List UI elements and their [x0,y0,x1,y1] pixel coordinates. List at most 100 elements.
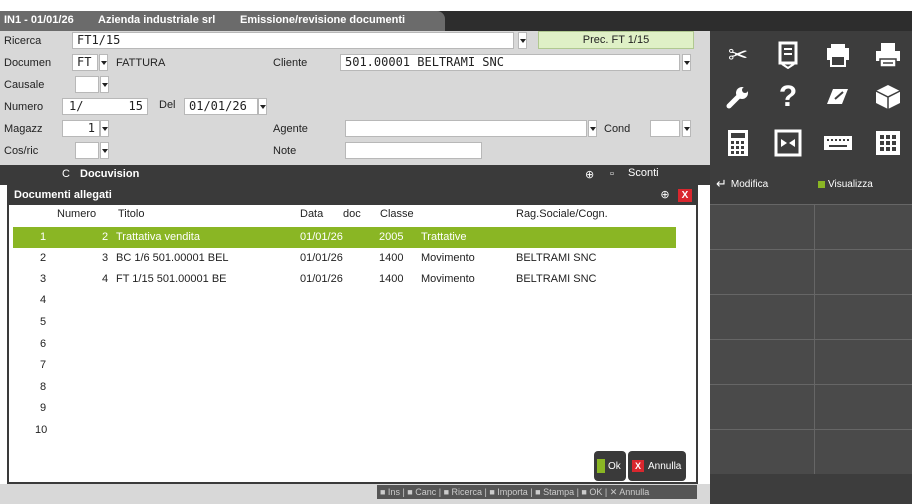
note-input[interactable] [345,142,482,159]
row-numero: 2 [102,231,109,243]
numero-input[interactable]: 1/ 15 [62,98,148,115]
table-row[interactable]: 10 [13,420,676,441]
cosric-dropdown[interactable] [100,142,109,159]
table-row-selected[interactable]: 1 2 Trattativa vendita 01/01/26 2005 Tra… [13,227,676,248]
del-date-dropdown[interactable] [258,98,267,115]
row-classe-desc: Movimento [421,252,475,264]
column-titolo[interactable]: Titolo [118,208,145,220]
ricerca-input[interactable]: FT1/15 [72,32,514,49]
ok-label: Ok [608,460,621,472]
row-data: 01/01/26 [300,252,343,264]
ok-button[interactable]: Ok [594,451,626,481]
table-row[interactable]: 8 [13,377,676,398]
magazz-label: Magazz [4,123,43,135]
row-titolo: Trattativa vendita [116,231,200,243]
help-icon[interactable]: ? [764,77,812,117]
ricerca-dropdown[interactable] [518,32,527,49]
row-classe: 1400 [379,252,404,264]
visualizza-indicator [818,180,825,188]
visualizza-button[interactable]: Visualizza [818,166,908,202]
row-index: 8 [40,381,47,393]
cube-icon[interactable] [864,77,912,117]
grid-icon[interactable] [864,123,912,163]
row-index: 1 [40,231,47,243]
row-numero: 4 [102,273,109,285]
prec-button[interactable]: Prec. FT 1/15 [538,31,694,49]
magazz-input[interactable]: 1 [62,120,100,137]
modifica-button[interactable]: ↵ Modifica [716,166,814,202]
keyboard-icon[interactable] [814,123,862,163]
docuvision-title: Docuvision [80,168,140,180]
note-label: Note [273,145,297,157]
causale-input[interactable] [75,76,99,93]
expand-icon[interactable] [764,123,812,163]
column-classe[interactable]: Classe [380,208,414,220]
table-row[interactable]: 2 3 BC 1/6 501.00001 BEL 01/01/26 1400 M… [13,248,676,269]
cond-input[interactable] [650,120,680,137]
cliente-dropdown[interactable] [682,54,691,71]
scissors-icon[interactable]: ✂ [714,35,762,75]
table-row[interactable]: 4 [13,290,676,311]
cosric-input[interactable] [75,142,99,159]
agente-label: Agente [273,123,308,135]
docuvision-expand-icon[interactable]: ⊕ [585,168,594,181]
edit-note-icon[interactable] [814,77,862,117]
toolbar-slot-row[interactable] [710,429,912,474]
table-row[interactable]: 5 [13,312,676,333]
table-row[interactable]: 3 4 FT 1/15 501.00001 BE 01/01/26 1400 M… [13,269,676,290]
causale-dropdown[interactable] [100,76,109,93]
row-rag: BELTRAMI SNC [516,273,597,285]
row-index: 4 [40,294,47,306]
causale-label: Causale [4,79,45,91]
function-keys-bar: ■ Ins | ■ Canc | ■ Ricerca | ■ Importa |… [377,485,697,499]
toolbar-slot-row[interactable] [710,204,912,249]
documen-description: FATTURA [116,57,166,69]
top-band [0,0,912,11]
toolbar-slot-row[interactable] [710,339,912,384]
sconti-label: Sconti [628,167,659,179]
agente-dropdown[interactable] [588,120,597,137]
agente-input[interactable] [345,120,587,137]
del-label: Del [159,99,176,111]
visualizza-label: Visualizza [828,178,873,190]
table-row[interactable]: 6 [13,334,676,355]
documen-code-input[interactable]: FT [72,54,98,71]
row-classe-desc: Trattative [421,231,467,243]
numero-part-1: 1/ [69,99,84,113]
row-data: 01/01/26 [300,231,343,243]
del-date-input[interactable]: 01/01/26 [184,98,258,115]
row-rag: BELTRAMI SNC [516,252,597,264]
annulla-icon: X [632,460,644,472]
column-numero[interactable]: Numero [57,208,96,220]
table-row[interactable]: 9 [13,398,676,419]
numero-label: Numero [4,101,44,113]
wrench-icon[interactable] [714,77,762,117]
column-data[interactable]: Data [300,208,323,220]
dialog-close-icon[interactable]: X [678,189,692,202]
modifica-label: Modifica [730,178,769,190]
docuvision-restore-icon[interactable]: ▫ [610,168,614,180]
annulla-button[interactable]: X Annulla [628,451,686,481]
documen-dropdown[interactable] [99,54,108,71]
magazz-dropdown[interactable] [100,120,109,137]
return-arrow-icon: ↵ [716,176,727,191]
dialog-expand-icon[interactable]: ⊕ [658,189,672,202]
toolbar-slot-row[interactable] [710,294,912,339]
toolbar-slot-row[interactable] [710,249,912,294]
column-rag-sociale[interactable]: Rag.Sociale/Cogn. [516,208,608,220]
toolbar-slot-row[interactable] [710,384,912,429]
cond-label: Cond [604,123,631,135]
printer-icon[interactable] [864,35,912,75]
row-titolo: BC 1/6 501.00001 BEL [116,252,229,264]
table-row[interactable]: 7 [13,355,676,376]
column-doc[interactable]: doc [343,208,361,220]
calculator-icon[interactable] [714,123,762,163]
cond-dropdown[interactable] [682,120,691,137]
print-preview-icon[interactable] [814,35,862,75]
tab-company-name: Azienda industriale srl [98,14,216,26]
row-titolo: FT 1/15 501.00001 BE [116,273,227,285]
row-index: 10 [35,424,48,436]
document-stack-icon[interactable] [764,35,812,75]
row-classe-desc: Movimento [421,273,475,285]
cliente-input[interactable]: 501.00001 BELTRAMI SNC [340,54,680,71]
